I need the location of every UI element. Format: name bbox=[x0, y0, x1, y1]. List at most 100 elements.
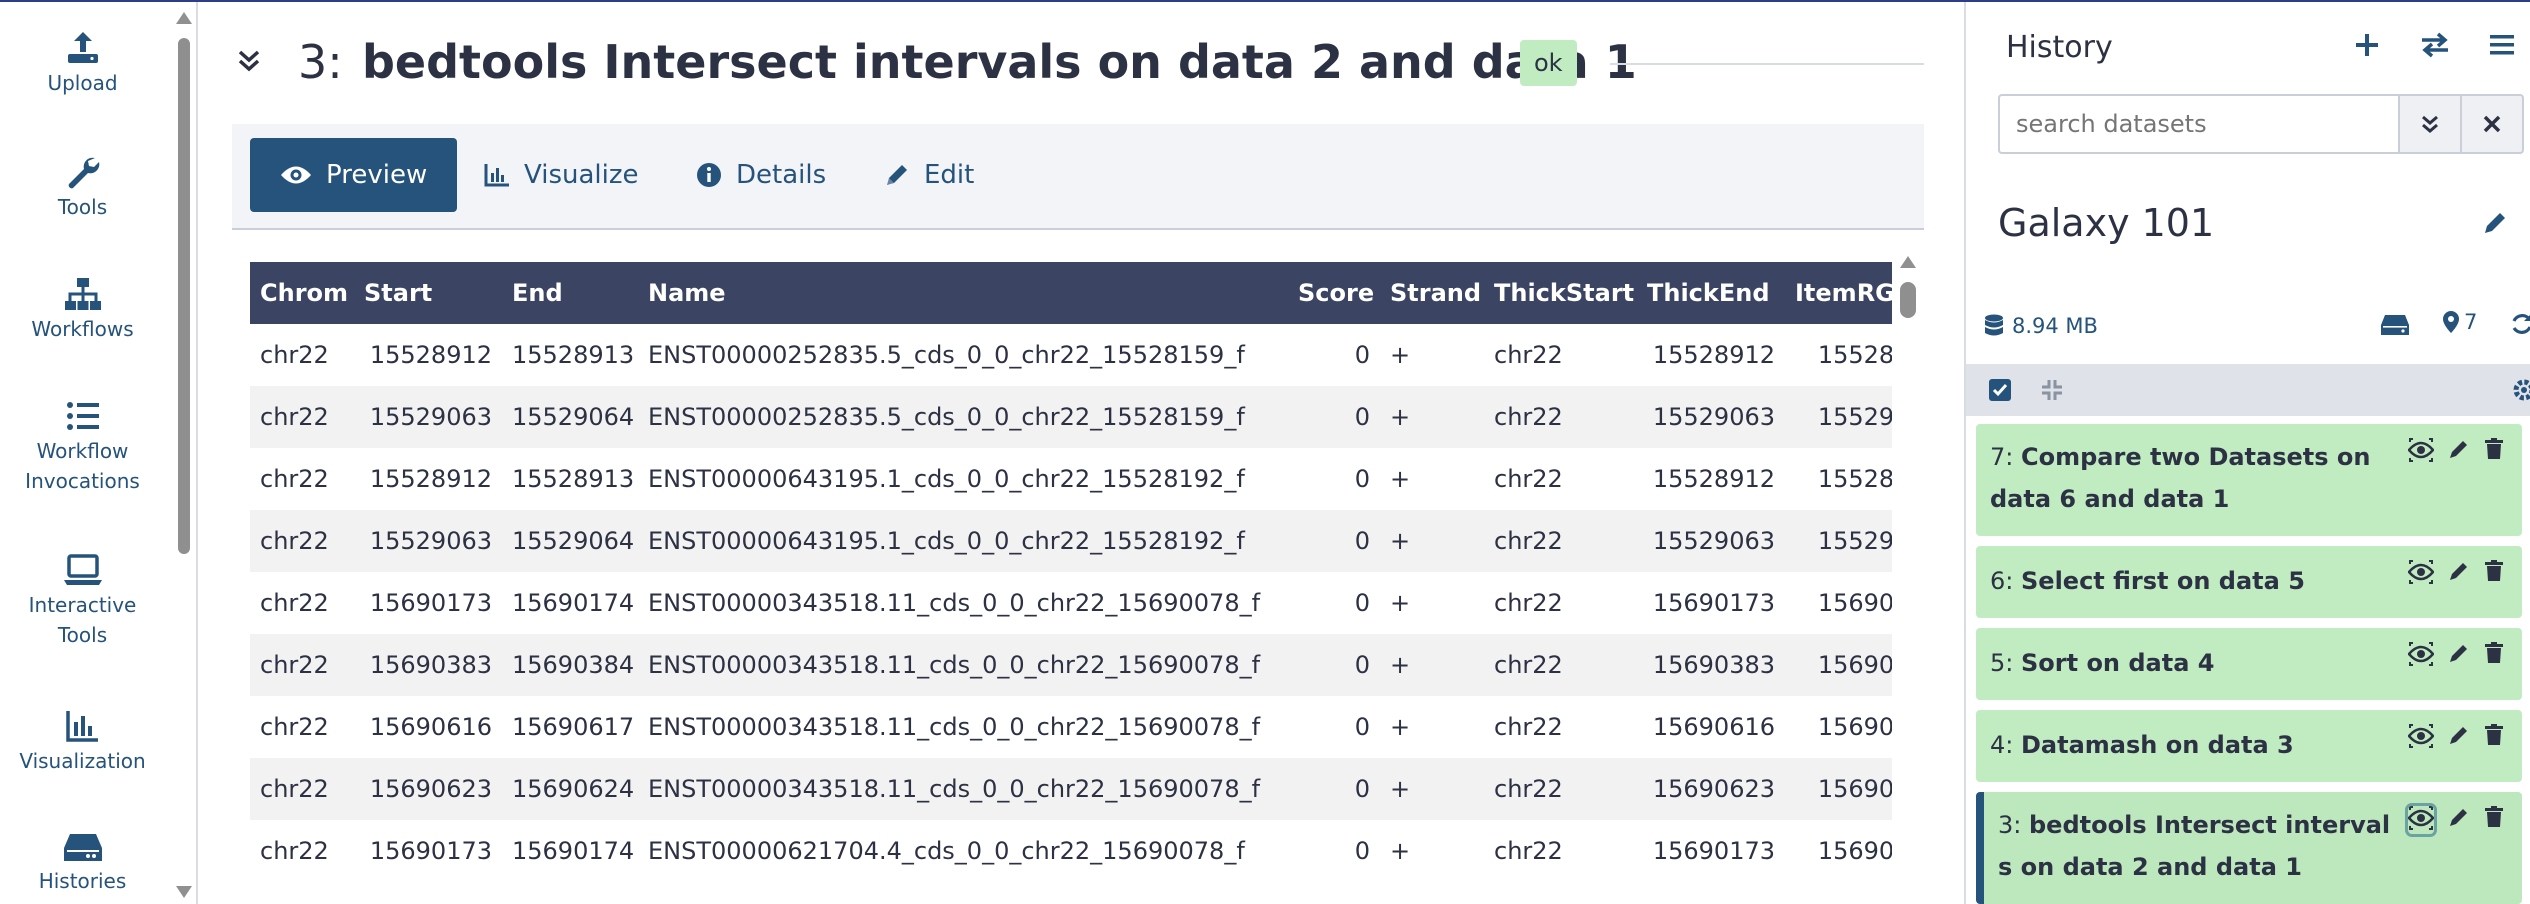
eye-icon[interactable] bbox=[2407, 438, 2435, 466]
pencil-icon[interactable] bbox=[2448, 642, 2470, 670]
column-header[interactable]: End bbox=[502, 262, 638, 324]
column-header[interactable]: Strand bbox=[1380, 262, 1484, 324]
activity-scrollbar-thumb[interactable] bbox=[178, 38, 190, 554]
table-row: chr22 15528912 15528913 ENST00000643195.1_c… bbox=[250, 448, 1892, 510]
trash-icon[interactable] bbox=[2484, 642, 2504, 670]
table-row: chr22 15690616 15690617 ENST00000343518.11_… bbox=[250, 696, 1892, 758]
table-cell: 15528912 bbox=[1817, 341, 1892, 369]
eye-icon[interactable] bbox=[2407, 560, 2435, 588]
bars-menu-icon[interactable] bbox=[2490, 34, 2514, 56]
table-cell: 15690173 bbox=[1817, 589, 1892, 617]
trash-icon[interactable] bbox=[2484, 724, 2504, 752]
preview-table-container[interactable]: Chrom Start End Name Score Strand ThickS… bbox=[250, 262, 1892, 904]
table-row: chr22 15690383 15690384 ENST00000343518.11_… bbox=[250, 634, 1892, 696]
table-cell: 0 bbox=[1354, 341, 1370, 369]
table-cell: 15529064 bbox=[512, 403, 635, 431]
column-header[interactable]: Chrom bbox=[250, 262, 354, 324]
tab-label: Preview bbox=[326, 160, 428, 190]
history-search-input[interactable] bbox=[1998, 94, 2400, 154]
activity-interactive-tools[interactable]: Interactive Tools bbox=[0, 552, 165, 652]
table-scrollbar-thumb[interactable] bbox=[1900, 282, 1916, 318]
table-cell: 15690623 bbox=[1817, 775, 1892, 803]
table-cell: + bbox=[1390, 527, 1411, 555]
tab-preview[interactable]: Preview bbox=[250, 138, 458, 212]
activity-tools[interactable]: Tools bbox=[0, 154, 165, 224]
column-header[interactable]: ThickStart bbox=[1484, 262, 1637, 324]
activity-upload[interactable]: Upload bbox=[0, 30, 165, 100]
info-circle-icon bbox=[697, 163, 721, 187]
dataset-title: 3: bedtools Intersect interval s on data… bbox=[1998, 811, 2391, 881]
tab-details[interactable]: Details bbox=[696, 138, 826, 212]
table-cell: chr22 bbox=[1494, 713, 1563, 741]
pencil-icon[interactable] bbox=[2448, 806, 2470, 834]
history-dataset-item[interactable]: 5: Sort on data 4 bbox=[1976, 628, 2522, 700]
table-cell: chr22 bbox=[260, 589, 329, 617]
column-header[interactable]: ThickEnd bbox=[1637, 262, 1785, 324]
selection-bar bbox=[1966, 364, 2530, 416]
history-dataset-item[interactable]: 6: Select first on data 5 bbox=[1976, 546, 2522, 618]
history-dataset-item-current[interactable]: 3: bedtools Intersect interval s on data… bbox=[1976, 792, 2522, 904]
trash-icon[interactable] bbox=[2484, 438, 2504, 466]
table-row: chr22 15690623 15690624 ENST00000343518.11_… bbox=[250, 758, 1892, 820]
table-cell: + bbox=[1390, 341, 1411, 369]
trash-icon[interactable] bbox=[2484, 560, 2504, 588]
clear-search-button[interactable] bbox=[2460, 94, 2524, 154]
pencil-icon[interactable] bbox=[2482, 210, 2508, 236]
table-cell: chr22 bbox=[1494, 775, 1563, 803]
trash-icon[interactable] bbox=[2484, 806, 2504, 834]
table-cell: 15690173 bbox=[1652, 837, 1775, 865]
table-cell: 15690383 bbox=[1652, 651, 1775, 679]
eye-icon[interactable] bbox=[2407, 724, 2435, 752]
table-cell: 0 bbox=[1354, 589, 1370, 617]
compress-icon[interactable] bbox=[2040, 378, 2064, 402]
history-name[interactable]: Galaxy 101 bbox=[1998, 198, 2214, 248]
activity-visualization[interactable]: Visualization bbox=[0, 708, 165, 778]
check-square-icon[interactable] bbox=[1988, 378, 2012, 402]
table-cell: ENST00000643195.1_cds_0_0_chr22_15528192… bbox=[648, 465, 1245, 493]
pencil-icon[interactable] bbox=[2448, 560, 2470, 588]
activity-bar: Upload Tools Workflows Workflow Invocati… bbox=[0, 2, 198, 904]
eye-icon bbox=[281, 166, 311, 184]
dataset-actions bbox=[2407, 642, 2504, 670]
gear-icon[interactable] bbox=[2512, 378, 2530, 402]
activity-label: Workflow bbox=[36, 439, 129, 463]
table-cell: 15690616 bbox=[369, 713, 492, 741]
activity-workflows[interactable]: Workflows bbox=[0, 276, 165, 346]
activity-histories[interactable]: Histories bbox=[0, 832, 165, 898]
eye-icon[interactable] bbox=[2407, 642, 2435, 670]
tab-visualize[interactable]: Visualize bbox=[484, 138, 639, 212]
eye-icon[interactable] bbox=[2405, 803, 2437, 837]
column-header[interactable]: Name bbox=[638, 262, 1288, 324]
activity-scroll-down-arrow[interactable] bbox=[176, 886, 192, 898]
activity-workflow-invocations[interactable]: Workflow Invocations bbox=[0, 398, 165, 498]
visible-count[interactable]: 7 bbox=[2442, 310, 2477, 334]
activity-scroll-up-arrow[interactable] bbox=[176, 12, 192, 24]
sync-icon[interactable] bbox=[2510, 312, 2530, 336]
table-cell: + bbox=[1390, 775, 1411, 803]
hdd-icon[interactable] bbox=[2380, 314, 2410, 336]
advanced-search-toggle[interactable] bbox=[2398, 94, 2462, 154]
history-dataset-item[interactable]: 7: Compare two Datasets on data 6 and da… bbox=[1976, 424, 2522, 536]
plus-icon[interactable] bbox=[2354, 32, 2380, 58]
divider bbox=[1610, 63, 1924, 65]
column-header[interactable]: ItemRGB bbox=[1785, 262, 1892, 324]
column-header[interactable]: Start bbox=[354, 262, 502, 324]
pencil-icon[interactable] bbox=[2448, 724, 2470, 752]
activity-label: Tools bbox=[57, 623, 108, 647]
page-title: bedtools Intersect intervals on data 2 a… bbox=[362, 35, 1637, 89]
table-cell: ENST00000252835.5_cds_0_0_chr22_15528159… bbox=[648, 403, 1245, 431]
history-size[interactable]: 8.94 MB bbox=[1984, 308, 2098, 344]
tab-label: Details bbox=[736, 160, 827, 190]
tab-edit[interactable]: Edit bbox=[884, 138, 974, 212]
table-row: chr22 15690173 15690174 ENST00000621704.4_c… bbox=[250, 820, 1892, 882]
history-dataset-item[interactable]: 4: Datamash on data 3 bbox=[1976, 710, 2522, 782]
chevron-double-down-icon[interactable] bbox=[236, 48, 262, 74]
dataset-hid: 3: bbox=[298, 35, 343, 89]
exchange-icon[interactable] bbox=[2420, 32, 2450, 58]
table-scroll-up-arrow[interactable] bbox=[1900, 256, 1916, 268]
pencil-icon[interactable] bbox=[2448, 438, 2470, 466]
table-cell: 0 bbox=[1354, 403, 1370, 431]
map-marker-icon bbox=[2443, 311, 2459, 333]
table-row: chr22 15529063 15529064 ENST00000252835.5_c… bbox=[250, 386, 1892, 448]
column-header[interactable]: Score bbox=[1288, 262, 1380, 324]
